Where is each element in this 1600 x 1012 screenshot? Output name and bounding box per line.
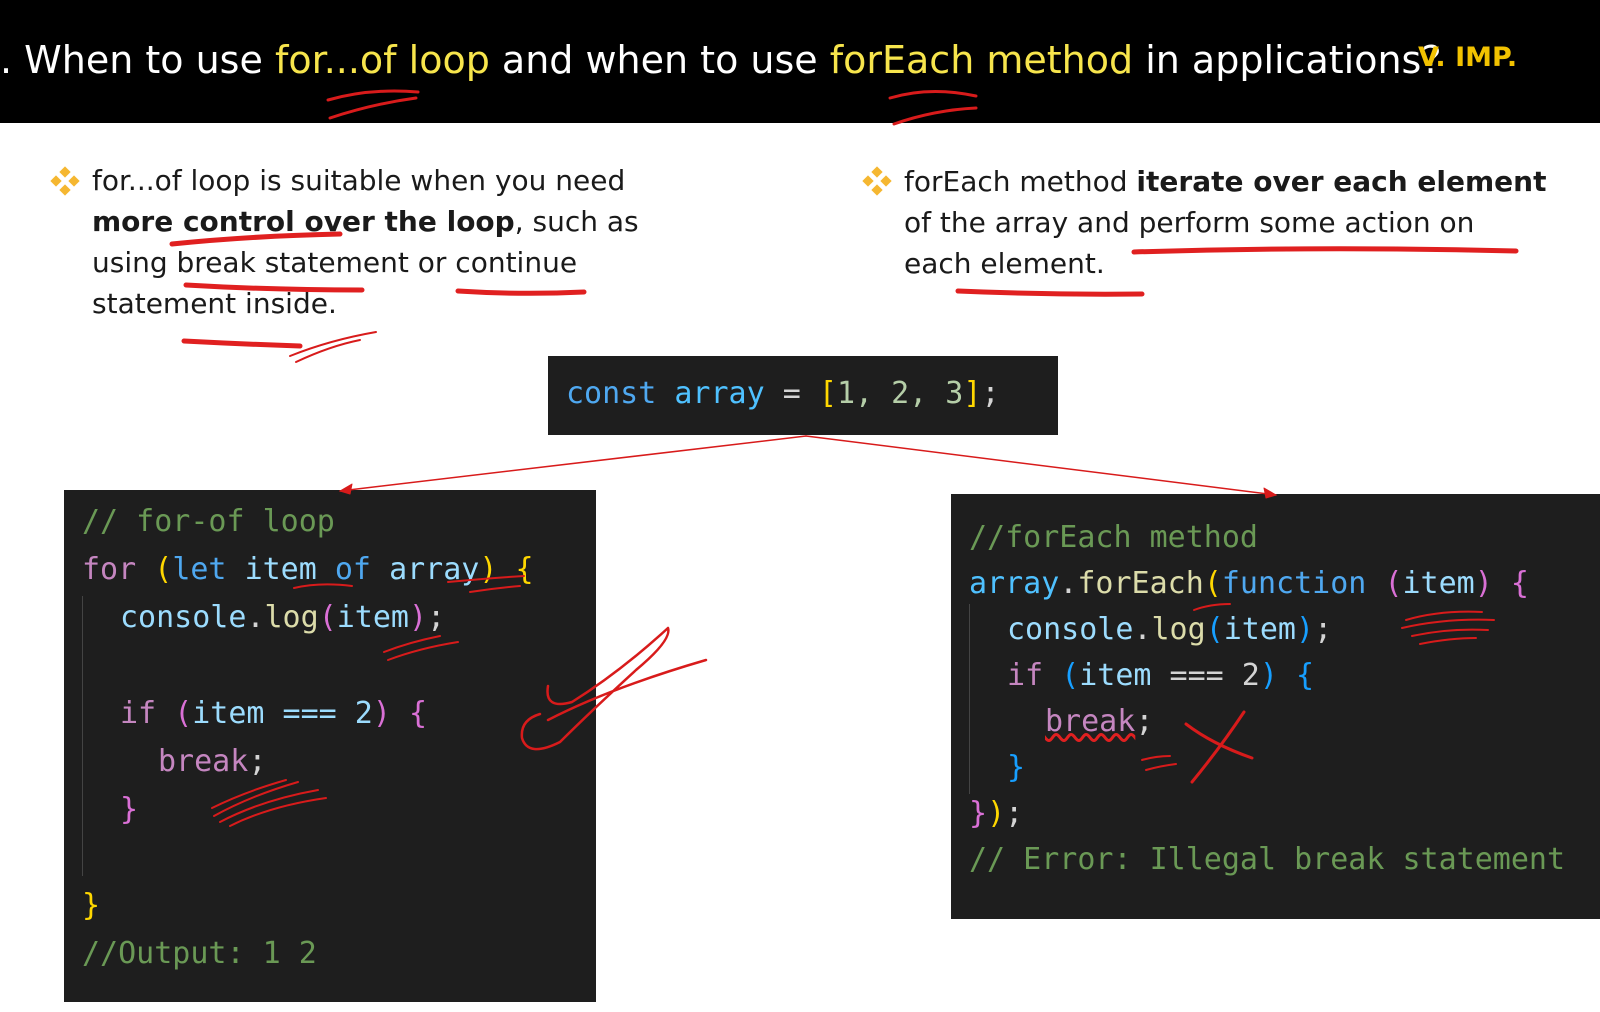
underline bbox=[169, 231, 343, 247]
underline bbox=[455, 288, 587, 296]
underline bbox=[183, 282, 365, 293]
arrow-line bbox=[339, 435, 807, 492]
title-underline-scribble bbox=[888, 90, 978, 126]
arrow-line bbox=[805, 435, 1277, 496]
code-scribble bbox=[383, 635, 459, 661]
annotation-layer bbox=[169, 89, 1519, 827]
code-scribble bbox=[211, 779, 327, 827]
underline bbox=[1131, 246, 1519, 255]
code-scribble bbox=[1193, 603, 1231, 611]
underline-scribble bbox=[289, 331, 377, 363]
title-underline-scribble bbox=[326, 89, 420, 120]
arrowhead-icon bbox=[1263, 487, 1277, 499]
underline bbox=[181, 338, 303, 349]
arrowhead-icon bbox=[339, 483, 353, 495]
code-scribble bbox=[1141, 755, 1177, 771]
checkmark-icon bbox=[520, 626, 708, 751]
underline bbox=[955, 288, 1145, 297]
code-scribble bbox=[293, 575, 525, 593]
cross-icon bbox=[1184, 710, 1254, 784]
code-scribble bbox=[1401, 610, 1495, 645]
